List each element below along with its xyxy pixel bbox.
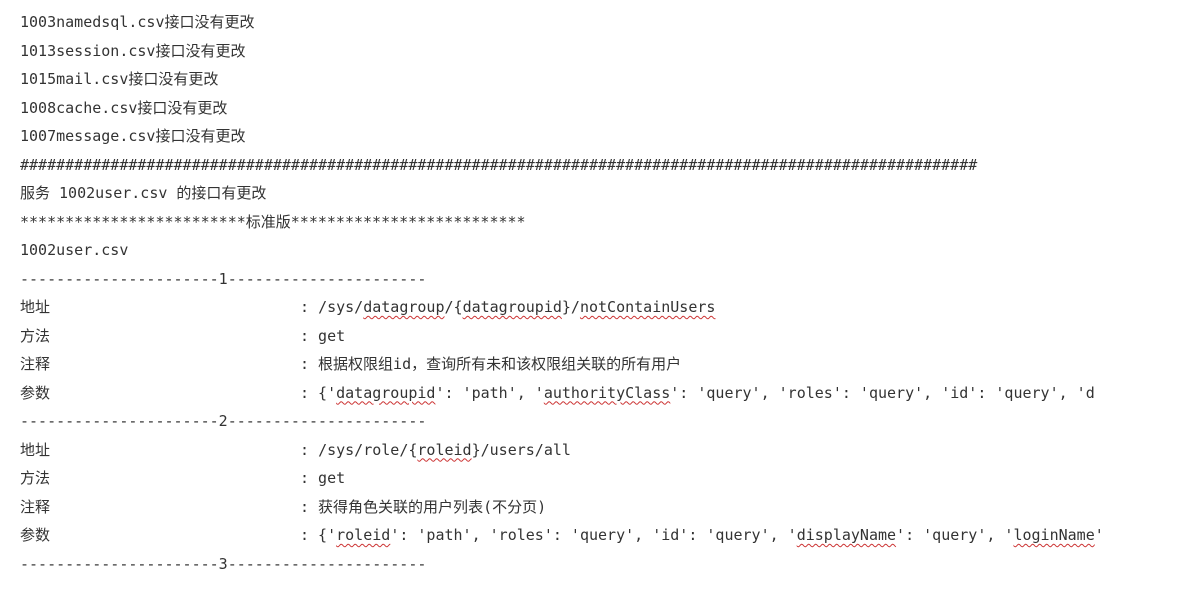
- params-token: loginName: [1013, 526, 1094, 544]
- comment-value: : 获得角色关联的用户列表(不分页): [300, 498, 546, 516]
- section-divider: ----------------------1-----------------…: [20, 265, 1167, 294]
- unchanged-line: 1015mail.csv接口没有更改: [20, 65, 1167, 94]
- address-token: datagroupid: [463, 298, 562, 316]
- params-row: 参数: {'datagroupid': 'path', 'authorityCl…: [20, 379, 1167, 408]
- address-row: 地址: /sys/role/{roleid}/users/all: [20, 436, 1167, 465]
- unchanged-line: 1003namedsql.csv接口没有更改: [20, 8, 1167, 37]
- address-label: 地址: [20, 436, 300, 465]
- comment-label: 注释: [20, 350, 300, 379]
- address-token: datagroup: [363, 298, 444, 316]
- params-token: datagroupid: [336, 384, 435, 402]
- params-value: : {'roleid': 'path', 'roles': 'query', '…: [300, 526, 1104, 544]
- file-name: 1002user.csv: [20, 236, 1167, 265]
- address-token: notContainUsers: [580, 298, 715, 316]
- comment-label: 注释: [20, 493, 300, 522]
- params-label: 参数: [20, 379, 300, 408]
- comment-row: 注释: 根据权限组id，查询所有未和该权限组关联的所有用户: [20, 350, 1167, 379]
- address-token: roleid: [417, 441, 471, 459]
- params-token: roleid: [336, 526, 390, 544]
- address-row: 地址: /sys/datagroup/{datagroupid}/notCont…: [20, 293, 1167, 322]
- method-label: 方法: [20, 464, 300, 493]
- section-divider: ----------------------2-----------------…: [20, 407, 1167, 436]
- params-token: displayName: [797, 526, 896, 544]
- address-value: : /sys/datagroup/{datagroupid}/notContai…: [300, 298, 715, 316]
- unchanged-line: 1013session.csv接口没有更改: [20, 37, 1167, 66]
- address-label: 地址: [20, 293, 300, 322]
- method-label: 方法: [20, 322, 300, 351]
- address-value: : /sys/role/{roleid}/users/all: [300, 441, 571, 459]
- console-output: 1003namedsql.csv接口没有更改1013session.csv接口没…: [20, 8, 1167, 578]
- comment-value: : 根据权限组id，查询所有未和该权限组关联的所有用户: [300, 355, 681, 373]
- edition-line: *************************标准版************…: [20, 208, 1167, 237]
- params-label: 参数: [20, 521, 300, 550]
- params-token: authorityClass: [544, 384, 670, 402]
- method-row: 方法: get: [20, 464, 1167, 493]
- unchanged-line: 1007message.csv接口没有更改: [20, 122, 1167, 151]
- params-value: : {'datagroupid': 'path', 'authorityClas…: [300, 384, 1095, 402]
- comment-row: 注释: 获得角色关联的用户列表(不分页): [20, 493, 1167, 522]
- changed-header: 服务 1002user.csv 的接口有更改: [20, 179, 1167, 208]
- method-value: : get: [300, 469, 345, 487]
- method-row: 方法: get: [20, 322, 1167, 351]
- method-value: : get: [300, 327, 345, 345]
- params-row: 参数: {'roleid': 'path', 'roles': 'query',…: [20, 521, 1167, 550]
- unchanged-line: 1008cache.csv接口没有更改: [20, 94, 1167, 123]
- hash-divider: ########################################…: [20, 151, 1167, 180]
- section-divider: ----------------------3-----------------…: [20, 550, 1167, 579]
